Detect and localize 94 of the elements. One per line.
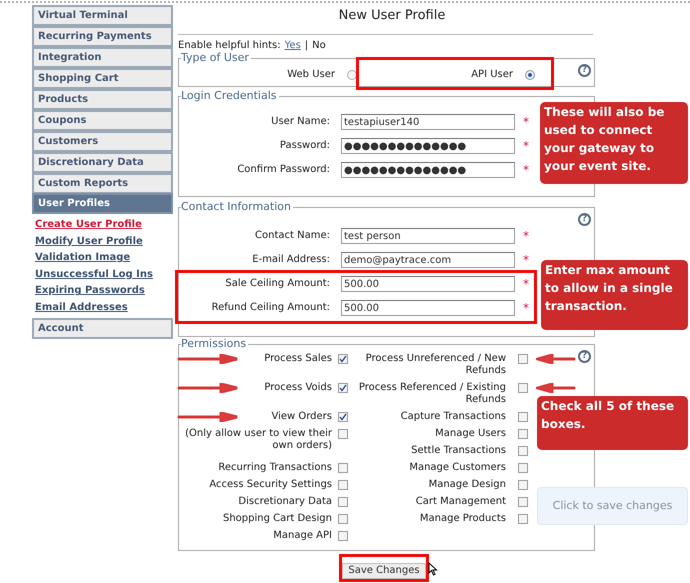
checkbox[interactable] [338, 497, 348, 507]
permission-label: (Only allow user to view their own orders) [184, 428, 332, 452]
option-label: API User [471, 68, 513, 82]
required-marker: * [523, 116, 529, 128]
checkmark-icon [339, 413, 347, 421]
permission-label: Process Unreferenced / New Refunds [364, 353, 506, 377]
nav-item[interactable]: Account [32, 318, 173, 339]
permission-label: Cart Management [416, 496, 506, 508]
checkbox[interactable] [518, 354, 528, 364]
radio-button[interactable] [347, 70, 357, 80]
tooltip: Click to save changes [537, 487, 688, 525]
nav-item[interactable]: Products [32, 89, 173, 110]
page-title: New User Profile [338, 8, 446, 24]
submenu-link[interactable]: Create User Profile [35, 217, 142, 234]
checkmark-icon [339, 355, 347, 363]
required-marker: * [523, 164, 529, 176]
separator-text: | [304, 40, 308, 52]
permission-label: Manage Customers [409, 462, 506, 474]
save-button[interactable]: Save Changes [342, 563, 426, 579]
field-label: Confirm Password: [236, 164, 330, 176]
field-label: Refund Ceiling Amount: [210, 302, 330, 314]
checkbox[interactable] [338, 480, 348, 490]
checkbox[interactable] [518, 497, 528, 507]
required-marker: * [523, 140, 529, 152]
required-marker: * [523, 230, 529, 242]
checkbox[interactable] [338, 412, 348, 422]
checkbox[interactable] [338, 354, 348, 364]
radio-button[interactable] [525, 70, 535, 80]
permission-label: Process Voids [264, 382, 332, 394]
permission-label: Shopping Cart Design [223, 513, 332, 525]
permission-label: Manage Products [420, 513, 506, 525]
nav-item[interactable]: Customers [32, 131, 173, 152]
checkbox[interactable] [338, 531, 348, 541]
nav-item[interactable]: Virtual Terminal [32, 5, 173, 26]
permission-label: Capture Transactions [400, 411, 506, 423]
checkbox[interactable] [518, 514, 528, 524]
checkbox[interactable] [338, 383, 348, 393]
hint-option-link[interactable]: Yes [284, 40, 301, 52]
checkbox[interactable] [338, 429, 348, 439]
field-label: E-mail Address: [251, 254, 330, 266]
text-field[interactable]: testapiuser140 [341, 114, 515, 130]
nav-item[interactable]: Discretionary Data [32, 152, 173, 173]
nav-item[interactable]: Recurring Payments [32, 26, 173, 47]
permission-label: Access Security Settings [209, 479, 332, 491]
checkbox[interactable] [518, 412, 528, 422]
submenu-link[interactable]: Expiring Passwords [35, 283, 145, 300]
permission-label: Manage Users [435, 428, 506, 440]
checkbox[interactable] [518, 383, 528, 393]
checkbox[interactable] [518, 446, 528, 456]
text-field[interactable]: demo@paytrace.com [341, 252, 515, 268]
submenu-link[interactable]: Unsuccessful Log Ins [35, 266, 153, 284]
permission-label: Process Referenced / Existing Refunds [358, 382, 506, 406]
checkbox[interactable] [518, 463, 528, 473]
field-label: User Name: [270, 116, 330, 128]
nav-item[interactable]: User Profiles [32, 193, 173, 214]
section-legend: Login Credentials [181, 89, 279, 103]
checkbox[interactable] [338, 463, 348, 473]
permission-label: Recurring Transactions [218, 462, 332, 474]
field-label: Sale Ceiling Amount: [224, 278, 330, 290]
submenu-link[interactable]: Validation Image [35, 250, 130, 267]
permission-label: Discretionary Data [238, 496, 332, 508]
text-field[interactable]: 500.00 [341, 276, 515, 292]
callout-note: These will also be used to connect your gateway to your event site. [540, 102, 688, 184]
section-legend: Type of User [181, 51, 251, 65]
checkbox[interactable] [518, 429, 528, 439]
callout-note: Enter max amount to allow in a single transaction. [541, 260, 688, 330]
submenu-link[interactable]: Modify User Profile [35, 234, 143, 250]
text-field[interactable]: 500.00 [341, 300, 515, 316]
submenu-link[interactable]: Email Addresses [35, 300, 128, 317]
nav-item[interactable]: Shopping Cart [32, 68, 173, 89]
checkmark-icon [339, 384, 347, 392]
field-label: Password: [278, 140, 330, 152]
required-marker: * [523, 278, 529, 290]
text-field[interactable]: ●●●●●●●●●●●●●● [341, 138, 515, 154]
nav-item[interactable]: Custom Reports [32, 173, 173, 194]
option-label: Web User [287, 68, 335, 82]
cursor-icon [428, 562, 438, 576]
field-label: Contact Name: [254, 230, 330, 242]
hints-label: Enable helpful hints: [178, 40, 281, 52]
hint-option-link[interactable]: No [312, 40, 326, 52]
checkbox[interactable] [518, 480, 528, 490]
text-field[interactable]: test person [341, 228, 515, 244]
permission-label: Manage Design [428, 479, 506, 491]
permission-label: Settle Transactions [411, 445, 506, 457]
permission-label: Manage API [273, 530, 332, 542]
permission-label: View Orders [271, 411, 332, 423]
required-marker: * [523, 302, 529, 314]
text-field[interactable]: ●●●●●●●●●●●●●● [341, 162, 515, 178]
permission-label: Process Sales [264, 353, 332, 365]
nav-item[interactable]: Coupons [32, 110, 173, 131]
required-marker: * [523, 254, 529, 266]
callout-note: Check all 5 of these boxes. [537, 396, 688, 450]
checkbox[interactable] [338, 514, 348, 524]
nav-item[interactable]: Integration [32, 47, 173, 68]
